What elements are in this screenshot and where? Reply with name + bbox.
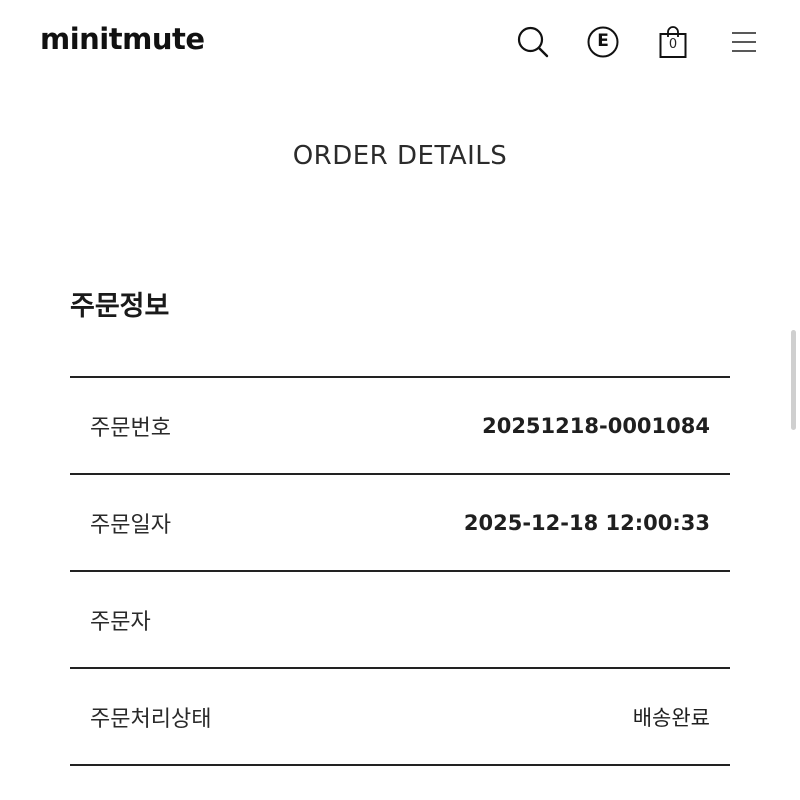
- order-status-row: 주문처리상태 배송완료: [70, 669, 730, 766]
- orderer-label: 주문자: [90, 609, 151, 635]
- order-info-table: 주문번호 20251218-0001084 주문일자 2025-12-18 12…: [70, 376, 730, 766]
- search-button[interactable]: [515, 22, 551, 62]
- order-status-label: 주문처리상태: [90, 706, 212, 732]
- order-number-row: 주문번호 20251218-0001084: [70, 378, 730, 475]
- page-title: ORDER DETAILS: [292, 141, 508, 171]
- order-number-label: 주문번호: [90, 415, 171, 441]
- orderer-row: 주문자: [70, 572, 730, 669]
- order-date-row: 주문일자 2025-12-18 12:00:33: [70, 475, 730, 572]
- order-details-page: minitmute E 0 ORDER DETAILS 주문정보 주문번호 20…: [0, 0, 800, 800]
- cart-button[interactable]: 0: [655, 22, 691, 62]
- order-info-heading: 주문정보: [70, 291, 170, 322]
- hamburger-menu-icon: [732, 32, 756, 52]
- e-badge-button[interactable]: E: [585, 22, 621, 62]
- page-scrollbar[interactable]: [791, 330, 796, 430]
- order-date-label: 주문일자: [90, 512, 171, 538]
- menu-button[interactable]: [726, 22, 762, 62]
- order-number-value: 20251218-0001084: [482, 413, 710, 438]
- site-header: minitmute E 0: [0, 0, 800, 86]
- order-status-value: 배송완료: [632, 705, 710, 730]
- site-logo[interactable]: minitmute: [40, 22, 205, 56]
- search-icon: [517, 26, 549, 58]
- order-date-value: 2025-12-18 12:00:33: [463, 510, 710, 535]
- cart-count: 0: [668, 37, 678, 52]
- e-badge-letter: E: [597, 31, 609, 51]
